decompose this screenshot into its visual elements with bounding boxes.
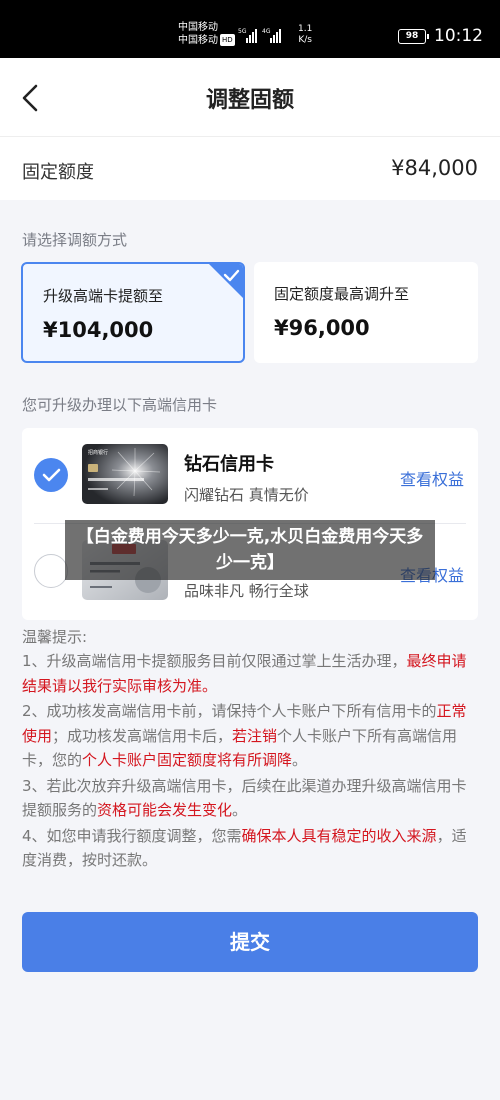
card-row-diamond[interactable]: 招商银行 钻石信用卡 闪耀钻石 真情无价 查看权益 xyxy=(22,428,478,524)
clock: 10:12 xyxy=(434,26,483,46)
platinum-card-desc: 品味非凡 畅行全球 xyxy=(184,582,309,600)
option-fixed-raise-value: ¥96,000 xyxy=(274,316,370,340)
notice-highlight: 确保本人具有稳定的收入来源 xyxy=(241,826,437,845)
option-upgrade-value: ¥104,000 xyxy=(43,318,154,342)
check-icon xyxy=(42,468,61,482)
fixed-limit-value: ¥84,000 xyxy=(391,156,478,180)
battery-level: 98 xyxy=(405,31,419,41)
radio-unselected[interactable] xyxy=(34,554,68,588)
notice-item-3: 3、若此次放弃升级高端信用卡，后续在此渠道办理升级高端信用卡提额服务的资格可能会… xyxy=(22,776,467,820)
option-fixed-raise-label: 固定额度最高调升至 xyxy=(274,285,410,303)
adjust-method-label: 请选择调额方式 xyxy=(22,231,128,249)
hd-badge: HD xyxy=(220,34,235,46)
caption-overlay: 【白金费用今天多少一克,水贝白金费用今天多少一克】 xyxy=(65,520,435,580)
submit-button[interactable]: 提交 xyxy=(22,912,478,972)
carrier-info: 中国移动 中国移动 HD xyxy=(178,22,235,47)
network-4g-label: 4G xyxy=(262,28,271,35)
option-upgrade-card[interactable]: 升级高端卡提额至 ¥104,000 xyxy=(21,262,245,363)
diamond-card-image: 招商银行 xyxy=(82,444,168,504)
option-upgrade-label: 升级高端卡提额至 xyxy=(43,287,164,305)
radio-selected[interactable] xyxy=(34,458,68,492)
fixed-limit-row: 固定额度 ¥84,000 xyxy=(0,136,500,200)
notice-highlight: 个人卡账户固定额度将有所调降 xyxy=(82,751,293,769)
bank-name: 招商银行 xyxy=(88,449,108,456)
notice-item-1: 1、升级高端信用卡提额服务目前仅限通过掌上生活办理，最终申请结果请以我行实际审核… xyxy=(22,652,467,695)
signal-icon: 5G 4G xyxy=(238,28,281,43)
option-fixed-raise-card[interactable]: 固定额度最高调升至 ¥96,000 xyxy=(254,262,478,363)
notice-item-4: 4、如您申请我行额度调整，您需确保本人具有稳定的收入来源，适度消费，按时还款。 xyxy=(22,826,467,870)
page-title: 调整固额 xyxy=(205,88,294,113)
carrier-2: 中国移动 xyxy=(178,35,218,46)
notice-section: 温馨提示: 1、升级高端信用卡提额服务目前仅限通过掌上生活办理，最终申请结果请以… xyxy=(0,626,500,900)
notice-title: 温馨提示: xyxy=(22,628,88,646)
diamond-card-desc: 闪耀钻石 真情无价 xyxy=(184,486,309,504)
notice-item-2: 2、成功核发高端信用卡前，请保持个人卡账户下所有信用卡的正常使用；成功核发高端信… xyxy=(22,702,467,769)
diamond-card-name: 钻石信用卡 xyxy=(184,454,274,475)
speed-unit: K/s xyxy=(298,35,312,45)
battery-icon: 98 xyxy=(398,29,429,44)
selected-check-icon xyxy=(209,264,243,298)
nav-bar: 调整固额 xyxy=(0,58,500,136)
view-benefits-link[interactable]: 查看权益 xyxy=(400,466,464,490)
notice-highlight: 若注销 xyxy=(232,726,278,745)
high-end-cards-label: 您可升级办理以下高端信用卡 xyxy=(22,396,218,414)
speed-value: 1.1 xyxy=(298,24,313,34)
fixed-limit-label: 固定额度 xyxy=(22,162,94,183)
network-5g-label: 5G xyxy=(238,28,247,35)
network-speed: 1.1 K/s xyxy=(298,24,312,46)
status-bar: 中国移动 中国移动 HD 5G 4G 1.1 K/s 98 10:12 xyxy=(0,0,500,58)
notice-highlight: 资格可能会发生变化 xyxy=(97,801,233,819)
carrier-1: 中国移动 xyxy=(178,22,218,33)
